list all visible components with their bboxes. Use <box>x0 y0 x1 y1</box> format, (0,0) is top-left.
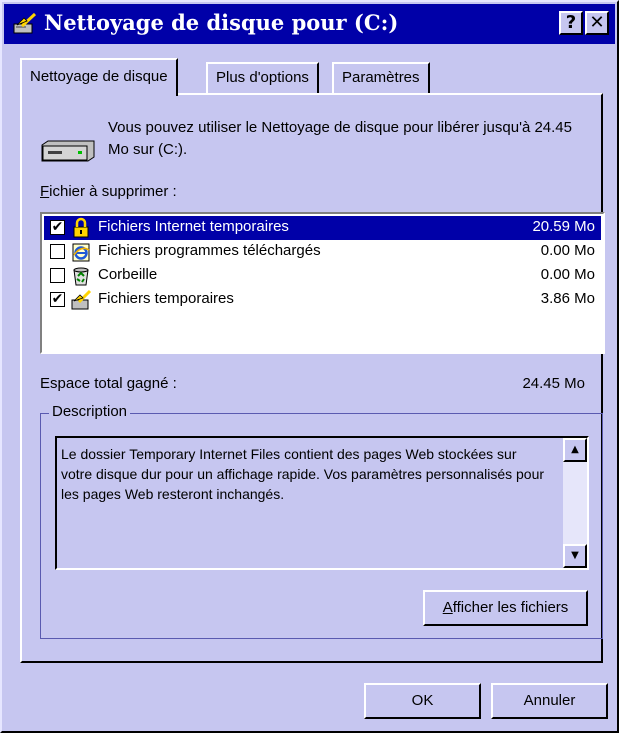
checkbox[interactable] <box>50 268 65 283</box>
checkbox[interactable]: ✔ <box>50 220 65 235</box>
view-files-button[interactable]: Afficher les fichiers <box>423 590 588 626</box>
file-name: Fichiers Internet temporaires <box>98 218 289 235</box>
file-size: 0.00 Mo <box>540 266 595 283</box>
title-bar[interactable]: Nettoyage de disque pour (C:) ? ✕ <box>4 4 615 44</box>
list-item[interactable]: Corbeille 0.00 Mo <box>44 264 601 288</box>
tab-disk-cleanup[interactable]: Nettoyage de disque <box>20 58 178 96</box>
description-text: Le dossier Temporary Internet Files cont… <box>61 446 545 502</box>
checkbox[interactable] <box>50 244 65 259</box>
list-item[interactable]: ✔ Fichiers Internet temporaires 20.59 Mo <box>44 216 601 240</box>
tab-settings[interactable]: Paramètres <box>332 62 430 94</box>
total-space-value: 24.45 Mo <box>522 375 585 392</box>
scroll-down-icon[interactable]: ▼ <box>563 544 587 568</box>
checkbox[interactable]: ✔ <box>50 292 65 307</box>
file-name: Fichiers temporaires <box>98 290 234 307</box>
files-listbox[interactable]: ✔ Fichiers Internet temporaires 20.59 Mo <box>40 212 605 354</box>
file-name: Fichiers programmes téléchargés <box>98 242 321 259</box>
file-name: Corbeille <box>98 266 158 283</box>
cancel-button[interactable]: Annuler <box>491 683 608 719</box>
files-to-delete-label: Fichier à supprimer : <box>40 183 177 200</box>
ie-page-icon <box>72 243 90 262</box>
description-box: Le dossier Temporary Internet Files cont… <box>55 436 589 570</box>
window-title: Nettoyage de disque pour (C:) <box>44 10 399 35</box>
lock-folder-icon <box>73 217 89 238</box>
intro-text: Vous pouvez utiliser le Nettoyage de dis… <box>108 119 572 158</box>
disk-cleanup-window: Nettoyage de disque pour (C:) ? ✕ Nettoy… <box>0 0 619 733</box>
description-group: Description Le dossier Temporary Interne… <box>40 403 603 639</box>
file-size: 3.86 Mo <box>540 290 595 307</box>
broom-icon <box>71 289 92 310</box>
description-scrollbar[interactable]: ▲ ▼ <box>563 438 587 568</box>
tab-more-options[interactable]: Plus d'options <box>206 62 319 94</box>
broom-icon <box>13 12 37 34</box>
close-button[interactable]: ✕ <box>585 11 609 35</box>
scroll-up-icon[interactable]: ▲ <box>563 438 587 462</box>
ok-button[interactable]: OK <box>364 683 481 719</box>
file-size: 20.59 Mo <box>532 218 595 235</box>
list-item[interactable]: ✔ Fichiers temporaires 3.86 Mo <box>44 288 601 312</box>
description-title: Description <box>49 403 131 420</box>
list-item[interactable]: Fichiers programmes téléchargés 0.00 Mo <box>44 240 601 264</box>
file-size: 0.00 Mo <box>540 242 595 259</box>
tab-panel: Vous pouvez utiliser le Nettoyage de dis… <box>20 93 605 663</box>
total-space-label: Espace total gagné : <box>40 375 177 392</box>
help-button[interactable]: ? <box>559 11 583 35</box>
recycle-bin-icon <box>73 267 89 286</box>
hard-drive-icon <box>41 140 95 162</box>
